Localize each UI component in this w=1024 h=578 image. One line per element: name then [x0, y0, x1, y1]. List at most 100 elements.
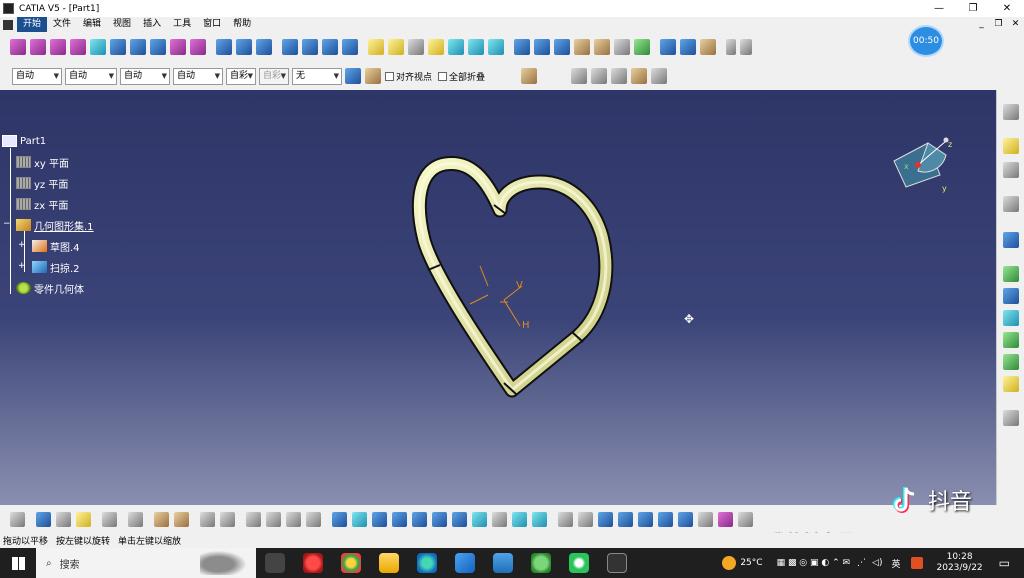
- doc-close-button[interactable]: ✕: [1007, 17, 1024, 32]
- pattern-icon[interactable]: [614, 39, 630, 55]
- mail-icon[interactable]: [493, 553, 513, 573]
- tree-node-part-body[interactable]: 零件几何体: [16, 281, 84, 296]
- pan-icon[interactable]: [372, 511, 387, 527]
- expand-icon[interactable]: +: [18, 241, 26, 250]
- undo-icon[interactable]: [76, 511, 91, 527]
- constraint-icon[interactable]: [128, 511, 143, 527]
- transparency-combo[interactable]: 自动 ▼: [65, 67, 117, 85]
- menu-insert[interactable]: 插入: [137, 17, 167, 32]
- zoom-in-icon[interactable]: [412, 511, 427, 527]
- spline-icon[interactable]: [514, 39, 530, 55]
- knowledge-icon[interactable]: [651, 68, 668, 84]
- connect-curve-icon[interactable]: [574, 39, 590, 55]
- reaction-icon[interactable]: [286, 511, 301, 527]
- hide-show-view-icon[interactable]: [512, 511, 527, 527]
- update-icon[interactable]: [10, 511, 25, 527]
- tree-node-sweep2[interactable]: 扫掠.2: [32, 260, 80, 275]
- boolean-icon[interactable]: [558, 511, 573, 527]
- corner-icon[interactable]: [554, 39, 570, 55]
- fly-mode-icon[interactable]: [332, 511, 347, 527]
- axis-system-icon[interactable]: [660, 39, 676, 55]
- measure-icon[interactable]: [521, 68, 538, 84]
- print-icon[interactable]: [102, 511, 117, 527]
- sphere-icon[interactable]: [50, 39, 66, 55]
- file-explorer-icon[interactable]: [379, 553, 399, 573]
- format-painter-icon[interactable]: [345, 68, 361, 84]
- app-red-icon[interactable]: [303, 553, 323, 573]
- measure-between-icon[interactable]: [578, 511, 593, 527]
- blend-surface-icon[interactable]: [170, 39, 186, 55]
- line-thickness-combo[interactable]: 自动 ▼: [120, 67, 170, 85]
- clock[interactable]: 10:28 2023/9/22: [937, 552, 983, 574]
- select-icon[interactable]: [1003, 138, 1019, 154]
- taskbar-search[interactable]: ⌕ 搜索: [36, 548, 256, 578]
- swap-visible-space-icon[interactable]: [611, 68, 628, 84]
- insert-body-icon[interactable]: [174, 511, 189, 527]
- tree-node-zx-plane[interactable]: zx 平面: [16, 197, 68, 212]
- start-button[interactable]: [0, 548, 36, 578]
- chrome-icon[interactable]: [341, 553, 361, 573]
- offset-surface-icon[interactable]: [90, 39, 106, 55]
- translate-icon[interactable]: [302, 39, 318, 55]
- parameters-icon[interactable]: [266, 511, 281, 527]
- shading-icon[interactable]: [492, 511, 507, 527]
- fillet-icon[interactable]: [282, 39, 298, 55]
- disassemble-icon[interactable]: [718, 511, 733, 527]
- workbench-icon[interactable]: [1003, 104, 1019, 120]
- revolve-surface-icon[interactable]: [30, 39, 46, 55]
- point-symbol-combo[interactable]: 自彩 ▼: [226, 67, 256, 85]
- sweep-surface-icon[interactable]: [110, 39, 126, 55]
- minimize-button[interactable]: —: [922, 0, 956, 17]
- task-view-icon[interactable]: [265, 553, 285, 573]
- normal-view-icon[interactable]: [452, 511, 467, 527]
- geometry-icon[interactable]: [154, 511, 169, 527]
- apply-material-icon[interactable]: [571, 68, 588, 84]
- tools-icon[interactable]: [738, 511, 753, 527]
- multi-section-surface-icon[interactable]: [150, 39, 166, 55]
- point-icon[interactable]: [368, 39, 384, 55]
- heart-sweep-model[interactable]: V H: [0, 90, 996, 505]
- green-app-icon[interactable]: [531, 553, 551, 573]
- catia-taskbar-icon[interactable]: [607, 553, 627, 573]
- wechat-icon[interactable]: [569, 553, 589, 573]
- rotate-icon[interactable]: [322, 39, 338, 55]
- maximize-button[interactable]: ❐: [956, 0, 990, 17]
- menu-start[interactable]: 开始: [17, 17, 48, 32]
- doc-restore-button[interactable]: ❐: [990, 17, 1007, 32]
- draft-analysis-icon[interactable]: [618, 511, 633, 527]
- input-method-indicator[interactable]: 英: [891, 557, 900, 570]
- projection-icon[interactable]: [428, 39, 444, 55]
- swap-view-icon[interactable]: [532, 511, 547, 527]
- hide-show-icon[interactable]: [591, 68, 608, 84]
- trim-icon[interactable]: [236, 39, 252, 55]
- zoom-out-icon[interactable]: [432, 511, 447, 527]
- sketch-point-icon[interactable]: [726, 39, 736, 55]
- tree-node-yz-plane[interactable]: yz 平面: [16, 176, 68, 191]
- ime-app-icon[interactable]: [910, 557, 923, 569]
- compass-widget[interactable]: x y z: [888, 135, 956, 197]
- doc-minimize-button[interactable]: _: [973, 17, 990, 32]
- collapse-icon[interactable]: −: [3, 220, 11, 229]
- surface-icon[interactable]: [678, 511, 693, 527]
- sketch-line-icon[interactable]: [740, 39, 752, 55]
- formula-icon[interactable]: [200, 511, 215, 527]
- snap-icon[interactable]: [1003, 162, 1019, 178]
- copy-icon[interactable]: [36, 511, 51, 527]
- 3d-curve-icon[interactable]: [658, 511, 673, 527]
- tray-apps-icon[interactable]: ▦ ▩ ◎ ▣ ◐ ⌃ ✉: [777, 558, 850, 568]
- edge-icon[interactable]: [417, 553, 437, 573]
- layer-combo[interactable]: 无 ▼: [292, 67, 342, 85]
- symmetry-icon[interactable]: [342, 39, 358, 55]
- curve-smooth-icon[interactable]: [1003, 310, 1019, 326]
- circle-icon[interactable]: [488, 39, 504, 55]
- menu-tools[interactable]: 工具: [167, 17, 197, 32]
- fill-surface-icon[interactable]: [130, 39, 146, 55]
- catalog-icon[interactable]: [700, 39, 716, 55]
- line-icon[interactable]: [388, 39, 404, 55]
- develop-icon[interactable]: [1003, 332, 1019, 348]
- store-icon[interactable]: [455, 553, 475, 573]
- thickness-icon[interactable]: [1003, 376, 1019, 392]
- collapse-all-checkbox[interactable]: 全部折叠: [438, 70, 485, 83]
- tree-node-geometric-set[interactable]: 几何图形集.1: [16, 218, 94, 233]
- healing-icon[interactable]: [1003, 288, 1019, 304]
